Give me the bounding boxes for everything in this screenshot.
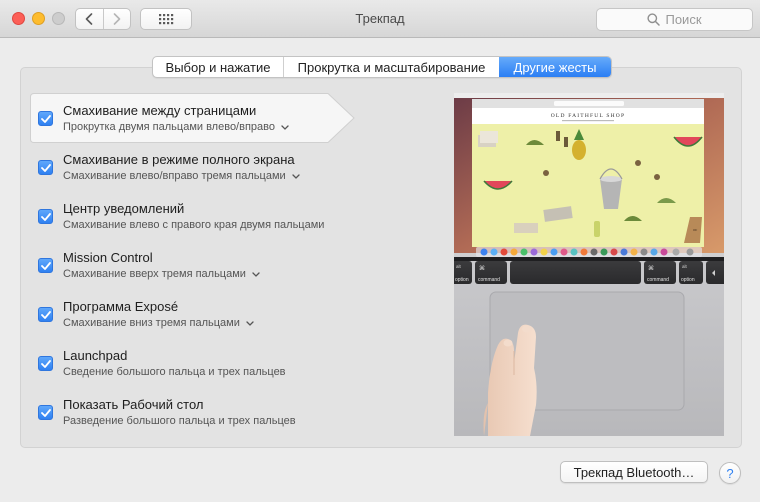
gesture-row-launchpad[interactable]: Launchpad Сведение большого пальца и тре… [30,341,410,385]
gesture-preview: OLD FAITHFUL SHOP OF alt option ⌘ comman… [454,93,724,436]
gesture-description: Сведение большого пальца и трех пальцев [63,366,286,378]
gesture-row-mission-control[interactable]: Mission Control Смахивание вверх тремя п… [30,243,410,287]
gesture-title: Смахивание между страницами [63,103,257,118]
gesture-option-menu[interactable]: Смахивание вверх тремя пальцами [63,268,260,280]
notification-center-checkbox[interactable] [38,209,53,224]
gesture-row-swipe-fullscreen[interactable]: Смахивание в режиме полного экрана Смахи… [30,145,410,189]
gesture-title: Показать Рабочий стол [63,397,204,412]
command-label: command [647,277,669,283]
chevron-down-icon [252,271,260,277]
launchpad-checkbox[interactable] [38,356,53,371]
checkmark-icon [40,163,51,172]
product-towels [478,131,498,147]
tab-more-gestures[interactable]: Другие жесты [499,57,611,77]
swipe-fullscreen-checkbox[interactable] [38,160,53,175]
search-placeholder: Поиск [665,12,702,27]
option-label: option [455,277,469,283]
gesture-option-menu[interactable]: Прокрутка двумя пальцами влево/вправо [63,121,289,133]
gesture-subtitle: Смахивание влево с правого края двумя па… [63,219,325,231]
product-bottle [556,131,560,141]
gesture-subtitle: Разведение большого пальца и трех пальце… [63,415,296,427]
chevron-down-icon [246,320,254,326]
cmd-symbol: ⌘ [479,265,485,272]
gesture-option-menu[interactable]: Смахивание вниз тремя пальцами [63,317,254,329]
swipe-pages-checkbox[interactable] [38,111,53,126]
title-bar: Трекпад Поиск [0,0,760,38]
alt-label: alt [682,264,688,269]
svg-text:OF: OF [693,228,697,232]
checkmark-icon [40,359,51,368]
checkmark-icon [40,310,51,319]
checkmark-icon [40,408,51,417]
gesture-title: Mission Control [63,250,153,265]
gesture-subtitle: Сведение большого пальца и трех пальцев [63,366,286,378]
gesture-subtitle: Смахивание влево/вправо тремя пальцами [63,170,286,182]
tab-bar: Выбор и нажатие Прокрутка и масштабирова… [152,56,612,78]
gesture-option-menu[interactable]: Смахивание влево/вправо тремя пальцами [63,170,300,182]
gesture-description: Смахивание влево с правого края двумя па… [63,219,324,231]
gesture-title: Launchpad [63,348,128,363]
option-label: option [681,277,695,283]
gesture-row-notification-center[interactable]: Центр уведомлений Смахивание влево с пра… [30,194,410,238]
mission-control-checkbox[interactable] [38,258,53,273]
checkmark-icon [40,114,51,123]
command-label: command [478,277,500,283]
checkmark-icon [40,261,51,270]
search-field[interactable]: Поиск [596,8,753,31]
tab-point-and-click[interactable]: Выбор и нажатие [153,57,283,77]
bluetooth-trackpad-button[interactable]: Трекпад Bluetooth… [560,461,708,483]
show-desktop-checkbox[interactable] [38,405,53,420]
checkmark-icon [40,212,51,221]
search-icon [647,13,661,26]
cmd-symbol: ⌘ [648,265,654,272]
tab-scroll-and-zoom[interactable]: Прокрутка и масштабирование [283,57,499,77]
gesture-row-show-desktop[interactable]: Показать Рабочий стол Разведение большог… [30,390,410,434]
gesture-row-expose[interactable]: Программа Exposé Смахивание вниз тремя п… [30,292,410,336]
gesture-title: Центр уведомлений [63,201,185,216]
dock [476,247,702,257]
alt-label: alt [456,264,462,269]
gesture-subtitle: Смахивание вверх тремя пальцами [63,268,246,280]
gesture-title: Программа Exposé [63,299,179,314]
gesture-subtitle: Прокрутка двумя пальцами влево/вправо [63,121,275,133]
gesture-title: Смахивание в режиме полного экрана [63,152,295,167]
space-bar [510,261,641,284]
gesture-row-swipe-pages[interactable]: Смахивание между страницами Прокрутка дв… [30,96,410,140]
gesture-description: Разведение большого пальца и трех пальце… [63,415,296,427]
expose-checkbox[interactable] [38,307,53,322]
gesture-subtitle: Смахивание вниз тремя пальцами [63,317,240,329]
chevron-down-icon [292,173,300,179]
chevron-down-icon [281,124,289,130]
product-pineapple [572,140,586,160]
help-button[interactable]: ? [719,462,741,484]
shop-name: OLD FAITHFUL SHOP [551,113,626,119]
